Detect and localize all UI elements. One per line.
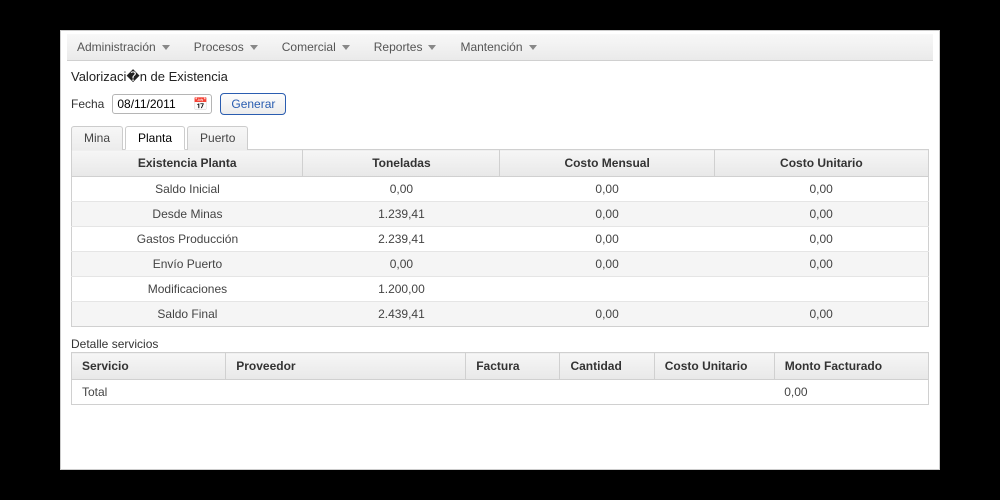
- content-area: Valorizaci�n de Existencia Fecha 📅 Gener…: [61, 69, 939, 405]
- col-existencia: Existencia Planta: [72, 150, 303, 177]
- detail-empty: [654, 380, 774, 405]
- menu-procesos[interactable]: Procesos: [194, 40, 258, 54]
- cell-ton: 0,00: [303, 252, 500, 277]
- cell-ton: 0,00: [303, 177, 500, 202]
- cell-cu: 0,00: [714, 252, 928, 277]
- cell-cm: 0,00: [500, 302, 714, 327]
- menu-label: Administración: [77, 40, 156, 54]
- date-input[interactable]: [117, 97, 189, 111]
- chevron-down-icon: [428, 45, 436, 50]
- menu-label: Mantención: [460, 40, 522, 54]
- detail-empty: [560, 380, 654, 405]
- col-factura: Factura: [466, 353, 560, 380]
- cell-cm: 0,00: [500, 252, 714, 277]
- cell-ton: 2.239,41: [303, 227, 500, 252]
- cell-label: Envío Puerto: [72, 252, 303, 277]
- chevron-down-icon: [250, 45, 258, 50]
- menu-label: Reportes: [374, 40, 423, 54]
- filter-row: Fecha 📅 Generar: [71, 93, 929, 115]
- table-row: Modificaciones 1.200,00: [72, 277, 929, 302]
- menu-label: Comercial: [282, 40, 336, 54]
- chevron-down-icon: [162, 45, 170, 50]
- table-row: Envío Puerto 0,00 0,00 0,00: [72, 252, 929, 277]
- detail-empty: [226, 380, 466, 405]
- cell-cu: [714, 277, 928, 302]
- cell-cu: 0,00: [714, 227, 928, 252]
- detail-total-value: 0,00: [774, 380, 928, 405]
- col-costo-unitario: Costo Unitario: [714, 150, 928, 177]
- cell-cu: 0,00: [714, 302, 928, 327]
- detail-table: Servicio Proveedor Factura Cantidad Cost…: [71, 352, 929, 405]
- cell-cm: 0,00: [500, 227, 714, 252]
- table-row: Desde Minas 1.239,41 0,00 0,00: [72, 202, 929, 227]
- col-costo-mensual: Costo Mensual: [500, 150, 714, 177]
- date-input-wrapper: 📅: [112, 94, 212, 114]
- cell-label: Saldo Inicial: [72, 177, 303, 202]
- cell-cm: 0,00: [500, 202, 714, 227]
- detail-empty: [466, 380, 560, 405]
- calendar-icon[interactable]: 📅: [193, 97, 207, 111]
- cell-ton: 1.239,41: [303, 202, 500, 227]
- chevron-down-icon: [342, 45, 350, 50]
- table-header-row: Servicio Proveedor Factura Cantidad Cost…: [72, 353, 929, 380]
- col-toneladas: Toneladas: [303, 150, 500, 177]
- cell-ton: 2.439,41: [303, 302, 500, 327]
- menu-administracion[interactable]: Administración: [77, 40, 170, 54]
- cell-label: Desde Minas: [72, 202, 303, 227]
- cell-cu: 0,00: [714, 202, 928, 227]
- app-panel: Administración Procesos Comercial Report…: [60, 30, 940, 470]
- detail-total-row: Total 0,00: [72, 380, 929, 405]
- col-servicio: Servicio: [72, 353, 226, 380]
- table-header-row: Existencia Planta Toneladas Costo Mensua…: [72, 150, 929, 177]
- menu-label: Procesos: [194, 40, 244, 54]
- stock-table-body: Saldo Inicial 0,00 0,00 0,00 Desde Minas…: [72, 177, 929, 327]
- cell-label: Modificaciones: [72, 277, 303, 302]
- table-row: Saldo Inicial 0,00 0,00 0,00: [72, 177, 929, 202]
- menubar: Administración Procesos Comercial Report…: [67, 34, 933, 61]
- page-title: Valorizaci�n de Existencia: [71, 69, 929, 85]
- cell-cm: [500, 277, 714, 302]
- date-label: Fecha: [71, 97, 104, 111]
- col-proveedor: Proveedor: [226, 353, 466, 380]
- col-monto-facturado: Monto Facturado: [774, 353, 928, 380]
- tabs: Mina Planta Puerto: [71, 125, 929, 150]
- generate-button[interactable]: Generar: [220, 93, 286, 115]
- menu-comercial[interactable]: Comercial: [282, 40, 350, 54]
- cell-cm: 0,00: [500, 177, 714, 202]
- table-row: Saldo Final 2.439,41 0,00 0,00: [72, 302, 929, 327]
- menu-mantencion[interactable]: Mantención: [460, 40, 536, 54]
- cell-cu: 0,00: [714, 177, 928, 202]
- cell-label: Gastos Producción: [72, 227, 303, 252]
- tab-puerto[interactable]: Puerto: [187, 126, 248, 150]
- detail-section-label: Detalle servicios: [71, 337, 929, 351]
- stock-table: Existencia Planta Toneladas Costo Mensua…: [71, 149, 929, 327]
- table-row: Gastos Producción 2.239,41 0,00 0,00: [72, 227, 929, 252]
- tab-mina[interactable]: Mina: [71, 126, 123, 150]
- chevron-down-icon: [529, 45, 537, 50]
- col-cantidad: Cantidad: [560, 353, 654, 380]
- cell-ton: 1.200,00: [303, 277, 500, 302]
- tab-planta[interactable]: Planta: [125, 126, 185, 150]
- col-costo-unitario: Costo Unitario: [654, 353, 774, 380]
- detail-total-label: Total: [72, 380, 226, 405]
- cell-label: Saldo Final: [72, 302, 303, 327]
- menu-reportes[interactable]: Reportes: [374, 40, 437, 54]
